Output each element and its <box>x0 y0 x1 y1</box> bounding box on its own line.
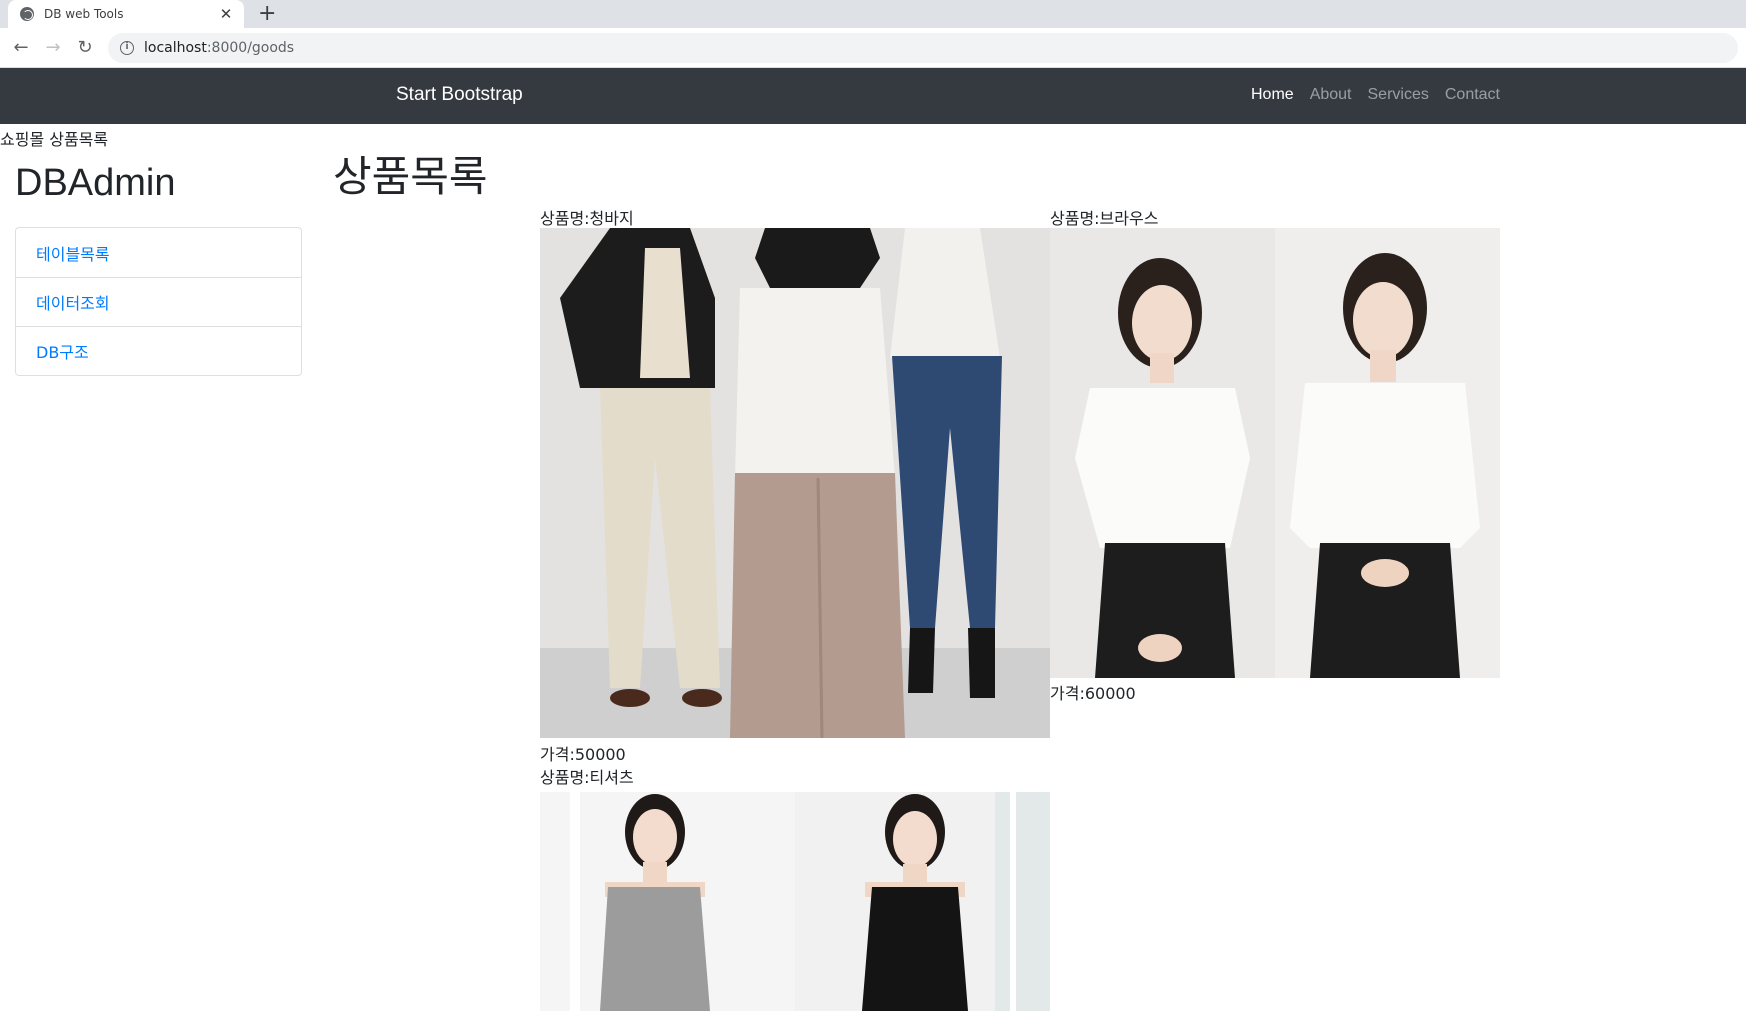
tab-title: DB web Tools <box>44 7 124 21</box>
back-arrow-icon[interactable]: ← <box>10 37 32 59</box>
sidebar: DBAdmin 테이블목록 데이터조회 DB구조 <box>15 152 302 376</box>
browser-tab[interactable]: DB web Tools ✕ <box>8 0 244 28</box>
url-path: :8000/goods <box>206 40 295 56</box>
forward-arrow-icon[interactable]: → <box>42 37 64 59</box>
sidebar-item-db-structure[interactable]: DB구조 <box>16 326 301 375</box>
product-name: 상품명:브라우스 <box>1050 209 1159 228</box>
product-name: 상품명:티셔츠 <box>540 768 634 787</box>
product-name: 상품명:청바지 <box>540 209 634 228</box>
sidebar-menu: 테이블목록 데이터조회 DB구조 <box>15 227 302 376</box>
product-image-tshirt <box>540 792 1050 1011</box>
sidebar-item-table-list[interactable]: 테이블목록 <box>16 228 301 277</box>
navbar-brand[interactable]: Start Bootstrap <box>396 84 523 106</box>
product-price: 가격:50000 <box>540 745 626 764</box>
new-tab-icon[interactable]: + <box>258 2 276 26</box>
page-title: 상품목록 <box>333 153 488 200</box>
nav-link-services[interactable]: Services <box>1368 86 1429 104</box>
sidebar-item-data-query[interactable]: 데이터조회 <box>16 277 301 326</box>
info-icon[interactable]: i <box>120 41 134 55</box>
browser-tab-strip: DB web Tools ✕ + <box>0 0 1746 28</box>
reload-icon[interactable]: ↻ <box>74 37 96 59</box>
product-price: 가격:60000 <box>1050 684 1136 703</box>
address-bar: ← → ↻ i localhost:8000/goods <box>0 28 1746 68</box>
nav-link-about[interactable]: About <box>1310 86 1352 104</box>
nav-link-home[interactable]: Home <box>1251 86 1294 104</box>
sidebar-title: DBAdmin <box>15 162 176 204</box>
navbar-links: Home About Services Contact <box>1251 86 1500 104</box>
product-image-blouse <box>1050 228 1500 678</box>
url-field[interactable]: i localhost:8000/goods <box>108 33 1738 63</box>
nav-link-contact[interactable]: Contact <box>1445 86 1500 104</box>
top-navbar: Start Bootstrap Home About Services Cont… <box>0 68 1746 124</box>
url-host: localhost <box>144 40 207 56</box>
product-image-jeans <box>540 228 1050 738</box>
page-viewport: Start Bootstrap Home About Services Cont… <box>0 68 1746 1011</box>
page-caption: 쇼핑몰 상품목록 <box>0 130 109 149</box>
close-tab-icon[interactable]: ✕ <box>218 5 234 23</box>
globe-icon <box>20 7 34 21</box>
